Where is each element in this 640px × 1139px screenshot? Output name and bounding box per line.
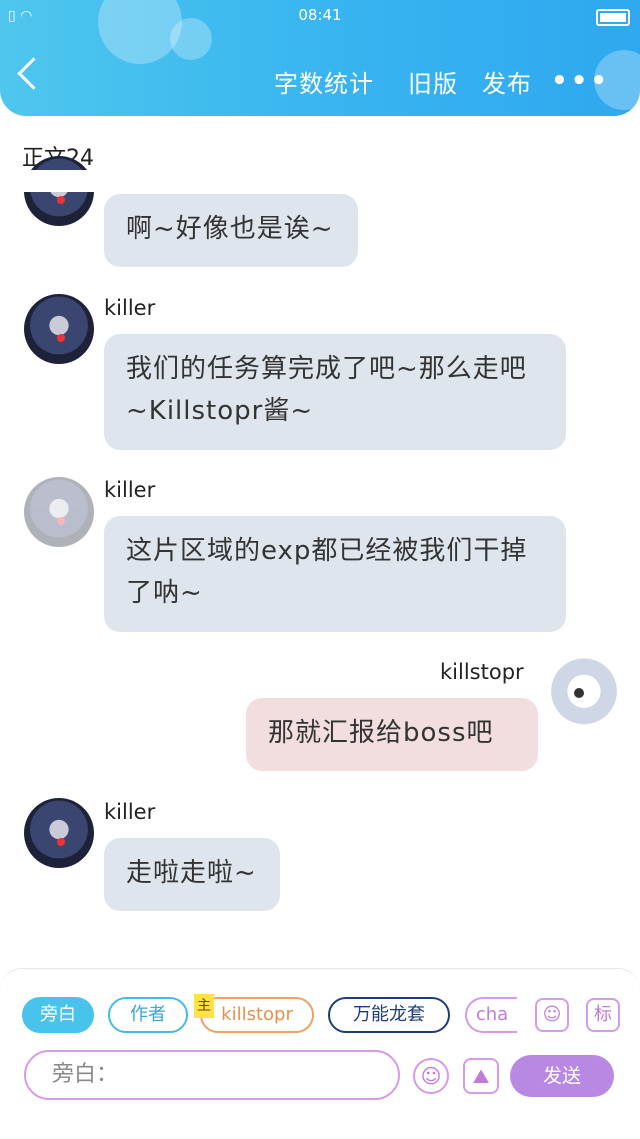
emoji-icon[interactable]: ☺	[413, 1058, 449, 1094]
image-icon[interactable]: ⛰	[463, 1058, 499, 1094]
message-input[interactable]: 旁白：	[24, 1050, 400, 1100]
sender-name: killer	[104, 478, 156, 502]
avatar[interactable]	[24, 798, 94, 868]
avatar-eye	[574, 688, 584, 698]
message-bubble[interactable]: 这片区域的exp都已经被我们干掉了呐~	[104, 516, 566, 632]
user-profile-icon[interactable]: ☺	[535, 998, 569, 1032]
tag-button[interactable]: 标	[586, 998, 620, 1032]
role-chip-wanneng[interactable]: 万能龙套	[328, 997, 450, 1033]
avatar-eye	[57, 838, 65, 846]
role-chip-partial[interactable]: cha	[465, 997, 517, 1033]
old-version-button[interactable]: 旧版	[408, 64, 458, 99]
word-count-button[interactable]: 字数统计	[274, 64, 374, 99]
role-chip-killstopr[interactable]: killstopr	[200, 997, 314, 1033]
clock: 08:41	[298, 6, 342, 24]
top-header: ▯ ◠ 08:41 字数统计 旧版 发布 •••	[0, 0, 640, 116]
role-chip-label: killstopr	[221, 1004, 293, 1025]
avatar[interactable]	[548, 658, 620, 732]
scroll-mask	[0, 170, 640, 192]
status-bar: ▯ ◠ 08:41	[0, 6, 640, 28]
back-arrow-icon[interactable]	[17, 57, 50, 90]
publish-button[interactable]: 发布	[482, 64, 532, 99]
role-chip-voiceover[interactable]: 旁白	[22, 997, 94, 1033]
sender-name: killer	[104, 800, 156, 824]
avatar[interactable]	[24, 294, 94, 364]
more-options-icon[interactable]: •••	[551, 66, 610, 96]
role-chip-author[interactable]: 作者	[108, 997, 188, 1033]
send-button[interactable]: 发送	[510, 1055, 614, 1097]
avatar-eye	[57, 517, 65, 525]
avatar-eye	[57, 334, 65, 342]
sender-name: killstopr	[440, 660, 524, 684]
battery-icon	[596, 9, 630, 26]
sender-name: killer	[104, 296, 156, 320]
message-bubble[interactable]: 啊~好像也是诶~	[104, 194, 358, 267]
message-bubble[interactable]: 那就汇报给boss吧	[246, 698, 538, 771]
avatar-eye	[57, 196, 65, 204]
message-bubble[interactable]: 走啦走啦~	[104, 838, 280, 911]
avatar[interactable]	[24, 477, 94, 547]
main-role-badge: 主	[194, 994, 214, 1018]
message-bubble[interactable]: 我们的任务算完成了吧~那么走吧~Killstopr酱~	[104, 334, 566, 450]
